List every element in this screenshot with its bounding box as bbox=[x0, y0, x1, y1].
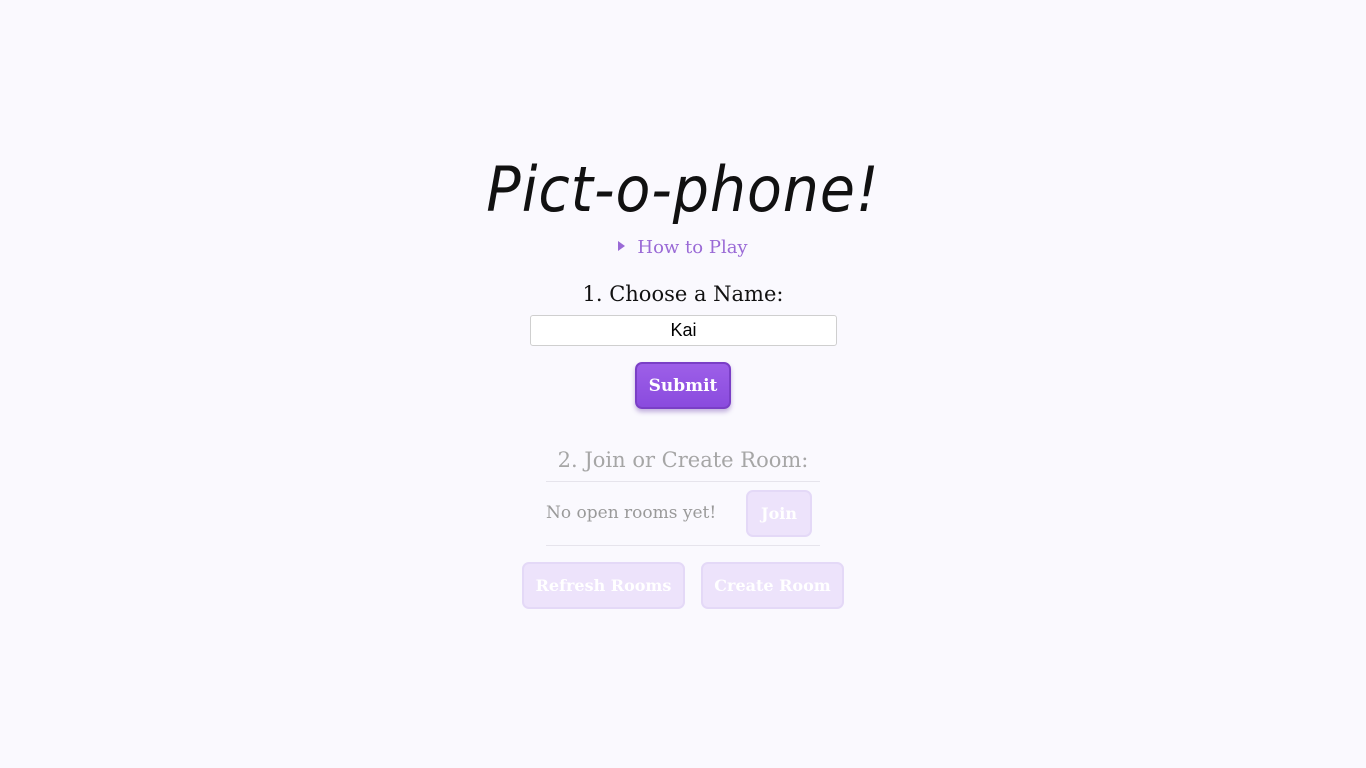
how-to-play-label: How to Play bbox=[637, 237, 748, 258]
join-button[interactable]: Join bbox=[746, 490, 812, 537]
join-create-heading: 2. Join or Create Room: bbox=[557, 448, 809, 472]
landing-page: Pict-o-phone! How to Play 1. Choose a Na… bbox=[0, 0, 1366, 768]
create-room-button[interactable]: Create Room bbox=[701, 562, 844, 609]
name-input[interactable] bbox=[530, 315, 837, 346]
refresh-rooms-button[interactable]: Refresh Rooms bbox=[522, 562, 685, 609]
choose-name-heading: 1. Choose a Name: bbox=[582, 282, 784, 306]
how-to-play-toggle[interactable]: How to Play bbox=[0, 234, 1366, 262]
app-title: Pict-o-phone! bbox=[486, 153, 880, 226]
disclosure-triangle-icon bbox=[618, 241, 626, 251]
no-rooms-message: No open rooms yet! bbox=[546, 503, 717, 523]
rooms-list: No open rooms yet! Join bbox=[546, 481, 820, 546]
submit-button[interactable]: Submit bbox=[635, 362, 731, 409]
